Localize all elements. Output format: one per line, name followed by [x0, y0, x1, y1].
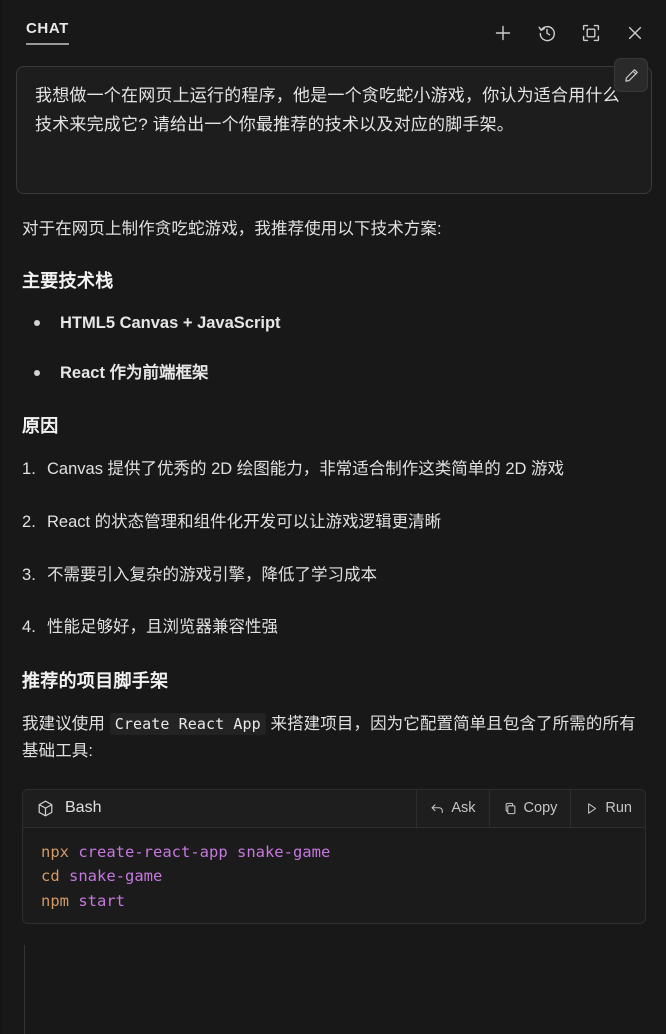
copy-icon: [505, 802, 515, 814]
code-block-actions: Ask Copy Run: [416, 789, 645, 827]
package-cube-icon: [38, 800, 53, 816]
heading-reasons: 原因: [22, 416, 59, 437]
expand-panel-button[interactable]: [576, 18, 606, 48]
scaffold-text-before: 我建议使用: [22, 715, 110, 734]
history-button[interactable]: [532, 18, 562, 48]
plus-icon: [495, 25, 511, 41]
tech-stack-item-0: HTML5 Canvas + JavaScript: [60, 313, 281, 332]
heading-scaffold: 推荐的项目脚手架: [22, 671, 169, 692]
tab-chat[interactable]: CHAT: [26, 20, 69, 47]
list-item: Canvas 提供了优秀的 2D 绘图能力，非常适合制作这类简单的 2D 游戏: [22, 456, 646, 483]
list-item: React 的状态管理和组件化开发可以让游戏逻辑更清晰: [22, 509, 646, 536]
code-block-header: Bash Ask Copy Run: [23, 789, 645, 828]
heading-tech-stack: 主要技术栈: [22, 270, 114, 291]
code-token: snake-game: [69, 867, 163, 886]
close-button[interactable]: [620, 18, 650, 48]
response-intro: 对于在网页上制作贪吃蛇游戏，我推荐使用以下技术方案:: [22, 220, 442, 238]
reply-arrow-icon: [431, 803, 444, 813]
expand-panel-icon: [582, 24, 600, 42]
code-token: cd: [41, 867, 60, 886]
code-block-body[interactable]: npx create-react-app snake-game cd snake…: [23, 828, 645, 1034]
reason-item-2: 不需要引入复杂的游戏引擎，降低了学习成本: [47, 565, 377, 584]
reason-item-3: 性能足够好，且浏览器兼容性强: [47, 618, 278, 637]
run-button-label: Run: [605, 800, 632, 817]
prompt-input-wrap: 我想做一个在网页上运行的程序，他是一个贪吃蛇小游戏，你认为适合用什么技术来完成它…: [2, 58, 666, 194]
inline-code-create-react-app: Create React App: [109, 713, 266, 736]
ask-button-label: Ask: [451, 800, 476, 817]
reasons-list: Canvas 提供了优秀的 2D 绘图能力，非常适合制作这类简单的 2D 游戏 …: [22, 456, 646, 641]
code-block: Bash Ask Copy Run npx create-react-app s…: [22, 788, 646, 1034]
code-language: Bash: [23, 790, 416, 827]
chat-header: CHAT: [2, 0, 666, 66]
run-button[interactable]: Run: [570, 789, 645, 827]
reason-item-1: React 的状态管理和组件化开发可以让游戏逻辑更清晰: [47, 512, 442, 531]
play-icon: [588, 802, 597, 814]
prompt-input[interactable]: 我想做一个在网页上运行的程序，他是一个贪吃蛇小游戏，你认为适合用什么技术来完成它…: [16, 66, 652, 194]
tech-stack-item-1: React 作为前端框架: [60, 364, 209, 383]
close-icon: [628, 26, 642, 40]
list-item: 不需要引入复杂的游戏引擎，降低了学习成本: [22, 562, 646, 589]
new-chat-button[interactable]: [488, 18, 518, 48]
code-language-label: Bash: [65, 799, 102, 817]
list-item: HTML5 Canvas + JavaScript: [22, 311, 646, 336]
chat-panel: CHAT 我想做一个在网页上运行的程序，他是一个贪吃蛇小游戏，你认为适合用什么技…: [2, 0, 666, 1034]
copy-button[interactable]: Copy: [488, 789, 571, 827]
tab-chat-label: CHAT: [26, 19, 69, 37]
history-icon: [538, 26, 555, 42]
copy-button-label: Copy: [523, 800, 558, 817]
tech-stack-list: HTML5 Canvas + JavaScript React 作为前端框架: [22, 311, 646, 387]
code-line-0: npx create-react-app snake-game: [23, 840, 645, 864]
edit-prompt-button[interactable]: [614, 58, 648, 92]
code-line-1: cd snake-game: [23, 864, 645, 888]
header-actions: [488, 18, 650, 48]
assistant-response: 对于在网页上制作贪吃蛇游戏，我推荐使用以下技术方案: 主要技术栈 HTML5 C…: [2, 194, 666, 1034]
pencil-icon: [624, 68, 638, 82]
prompt-input-value: 我想做一个在网页上运行的程序，他是一个贪吃蛇小游戏，你认为适合用什么技术来完成它…: [35, 86, 620, 135]
code-line-2: npm start: [23, 889, 645, 913]
code-token: npm: [41, 891, 69, 910]
list-item: 性能足够好，且浏览器兼容性强: [22, 614, 646, 641]
code-token: create-react-app snake-game: [78, 842, 331, 861]
scaffold-paragraph: 我建议使用 Create React App 来搭建项目，因为它配置简单且包含了…: [22, 711, 646, 764]
reason-item-0: Canvas 提供了优秀的 2D 绘图能力，非常适合制作这类简单的 2D 游戏: [47, 460, 565, 479]
list-item: React 作为前端框架: [22, 361, 646, 386]
ask-button[interactable]: Ask: [416, 789, 488, 827]
code-token: start: [78, 891, 126, 910]
code-token: npx: [41, 842, 69, 861]
